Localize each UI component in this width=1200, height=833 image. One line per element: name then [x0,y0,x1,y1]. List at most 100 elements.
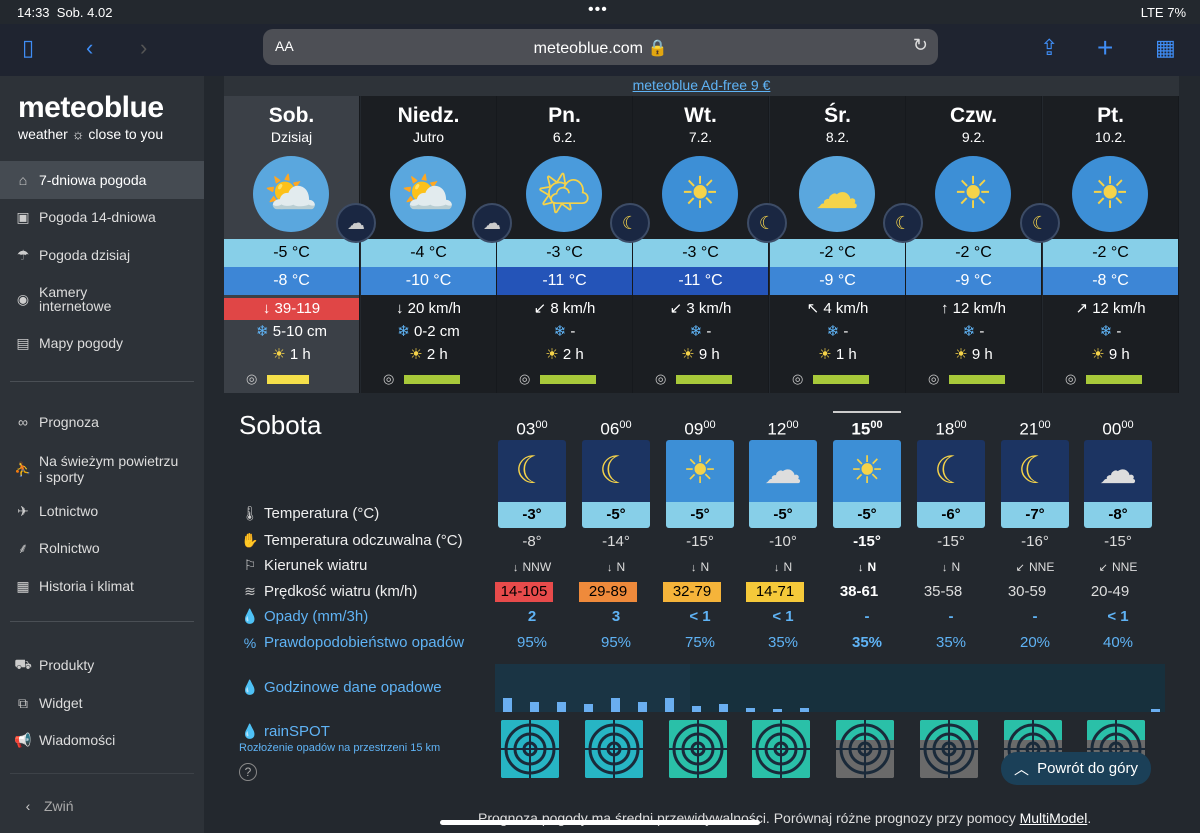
precip-bar [557,702,566,712]
label-hourly[interactable]: 💧 Godzinowe dane opadowe [239,679,441,696]
back-icon[interactable]: ‹ [86,36,93,60]
wind-arrow-icon: ↙ [669,300,683,317]
snowflake-icon: ❄ [397,323,410,340]
hour-temp: -5° [666,502,734,528]
day-column[interactable]: Pt. 10.2. ☀ -2 °C -8 °C ↗ 12 km/h ❄ - ☀ … [1043,96,1179,393]
precip-bar [746,708,755,712]
meteoblue-logo[interactable]: meteoblue weather ☼ close to you [18,92,164,143]
sidebar-item-webcams[interactable]: ◉ Kamery internetowe [0,279,204,319]
drop-icon: 💧 [241,723,259,739]
rainspot-map[interactable] [585,720,643,778]
rainspot-map[interactable] [920,720,978,778]
tabs-overview-icon[interactable]: ▦ [1155,36,1176,60]
reload-icon[interactable]: ↻ [913,35,928,56]
moon-phase-icon: ☾ [883,203,923,243]
day-column[interactable]: Śr. 8.2. ☁ -2 °C -9 °C ↖ 4 km/h ❄ - ☀ 1 … [770,96,906,393]
day-column[interactable]: Sob. Dzisiaj ⛅ -5 °C -8 °C ↓ 39-119 ❄ 5-… [224,96,360,393]
sidebar-item-forecast[interactable]: ∞ Prognoza [0,403,204,441]
hour-forecast-box: ☾ -6° [917,440,985,528]
snow-value: ❄ 0-2 cm [397,323,460,340]
sidebar-item-news[interactable]: 📢 Wiadomości [0,721,204,759]
back-to-top-button[interactable]: ︿ Powrót do góry [1001,752,1151,785]
feels-cell: -8° [522,533,542,550]
wind-speed-cell: 38-61 [839,583,879,600]
day-column[interactable]: Czw. 9.2. ☀ -2 °C -9 °C ↑ 12 km/h ❄ - ☀ … [906,96,1042,393]
hour-temp: -5° [582,502,650,528]
sidebar-item-aviation[interactable]: ✈ Lotnictwo [0,492,204,530]
sidebar-collapse[interactable]: ‹ Zwiń [0,787,204,825]
multimodel-link[interactable]: MultiModel [1020,810,1088,826]
precip-cell: 2 [527,608,537,625]
precip-bar [800,708,809,712]
url-text: meteoblue.com 🔒 [533,40,668,57]
sidebar-item-history[interactable]: ▦ Historia i klimat [0,567,204,605]
hour-forecast-box: ☁ -5° [749,440,817,528]
sun-icon: ☀ [409,346,423,363]
sidebar-item-agriculture[interactable]: ⸙ Rolnictwo [0,529,204,567]
feels-cell: -15° [686,533,714,550]
weather-fog-icon: ☁ [799,156,875,232]
new-tab-icon[interactable]: + [1097,34,1113,62]
rainspot-map[interactable] [669,720,727,778]
snow-value: ❄ - [553,323,576,340]
predictability-indicator: ◎ [246,371,310,386]
thermometer-icon: 🌡 [241,505,259,521]
day-name: Śr. [824,104,851,127]
sidebar-item-maps[interactable]: ▤ Mapy pogody [0,324,204,362]
rainspot-rings [669,720,727,778]
temp-min: -11 °C [497,267,632,295]
ad-free-link[interactable]: meteoblue Ad-free 9 € [224,76,1179,96]
day-column[interactable]: Wt. 7.2. ☀ -3 °C -11 °C ↙ 3 km/h ❄ - ☀ 9… [633,96,769,393]
hour-label: 0000 [1102,419,1134,439]
status-signal: LTE 7% [1140,5,1186,20]
predictability-icon: ◎ [246,371,258,386]
feels-cell: -15° [1104,533,1132,550]
day-column[interactable]: Pn. 6.2. 🌤 -3 °C -11 °C ↙ 8 km/h ❄ - ☀ 2… [497,96,633,393]
sidebar-item-outdoor[interactable]: ⛹ Na świeżym powietrzu i sporty [0,447,204,491]
sidebar-item-14day[interactable]: ▣ Pogoda 14-dniowa [0,198,204,236]
address-bar[interactable]: AA meteoblue.com 🔒 ↻ [263,29,938,65]
snow-value: ❄ 5-10 cm [256,323,327,340]
label-speed: ≋ Prędkość wiatru (km/h) [239,583,417,600]
sidebar-toggle-icon[interactable]: ▯ [22,36,34,60]
hour-forecast-box: ☀ -5° [666,440,734,528]
prob-cell: 35% [767,634,799,651]
precip-bar [773,709,782,712]
wind-dir-cell: ↓ N [773,560,793,574]
sun-icon: ☀ [954,346,968,363]
sidebar: meteoblue weather ☼ close to you ⌂ 7-dnio… [0,76,204,833]
label-temp: 🌡 Temperatura (°C) [239,505,379,522]
predictability-indicator: ◎ [519,371,597,386]
day-column[interactable]: Niedz. Jutro ⛅ -4 °C -10 °C ↓ 20 km/h ❄ … [361,96,497,393]
wind-dir-cell: ↙ NNE [1098,560,1138,574]
multitask-dots[interactable]: ••• [588,1,608,19]
moon-phase-icon: ☁ [336,203,376,243]
predictability-bar [267,374,310,384]
help-icon[interactable]: ? [239,763,257,781]
forward-icon[interactable]: › [140,36,147,60]
prob-cell: 75% [684,634,716,651]
feels-cell: -16° [1021,533,1049,550]
label-rainspot[interactable]: 💧 rainSPOT [239,723,330,740]
rainspot-map[interactable] [836,720,894,778]
precip-bar [530,702,539,712]
sunshine-value: ☀ 9 h [954,346,993,363]
sidebar-item-widget[interactable]: ⧉ Widget [0,684,204,722]
calendar-icon: ▣ [16,208,30,225]
sidebar-item-7day[interactable]: ⌂ 7-dniowa pogoda [0,161,204,199]
rainspot-map[interactable] [752,720,810,778]
day-date: 9.2. [961,129,986,145]
rainspot-map[interactable] [501,720,559,778]
precip-cell: - [1032,608,1038,625]
wind-speed-cell: 30-59 [1007,583,1047,600]
sunshine-value: ☀ 2 h [409,346,448,363]
share-icon[interactable]: ⇪ [1040,36,1058,60]
label-precip: 💧 Opady (mm/3h) [239,608,368,625]
snow-value: ❄ - [1099,323,1122,340]
moon-phase-icon: ☾ [747,203,787,243]
predictability-indicator: ◎ [655,371,733,386]
precip-cell: - [948,608,954,625]
sidebar-item-today[interactable]: ☂ Pogoda dzisiaj [0,236,204,274]
sidebar-item-products[interactable]: ⛟ Produkty [0,646,204,684]
precip-cell: < 1 [1107,608,1129,625]
